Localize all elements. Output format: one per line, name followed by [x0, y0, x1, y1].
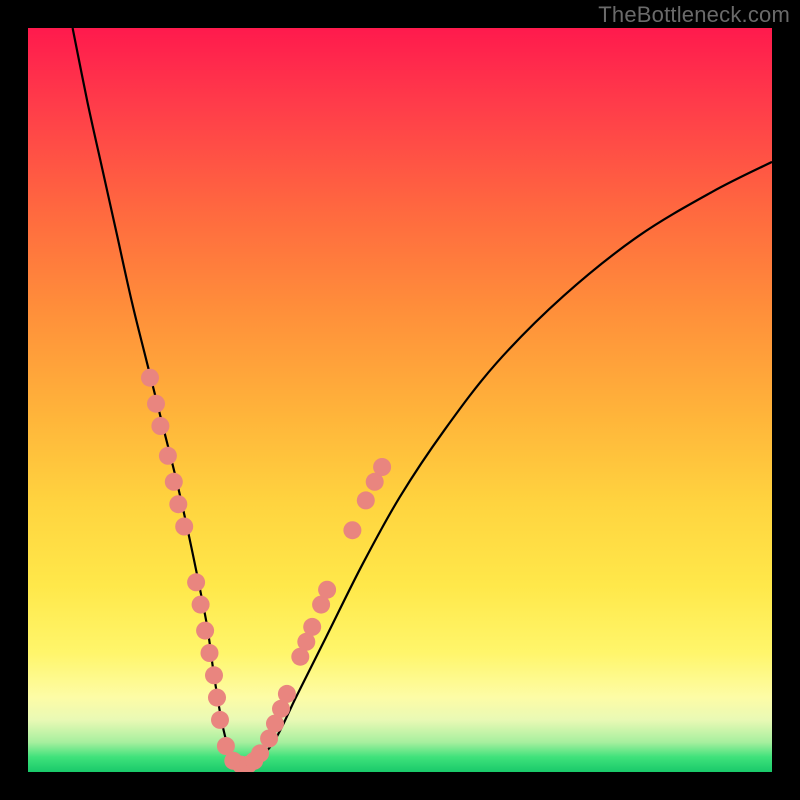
bead [318, 581, 336, 599]
bead [187, 573, 205, 591]
bead [205, 666, 223, 684]
bottleneck-curve [73, 28, 772, 767]
bead [141, 369, 159, 387]
bead [165, 473, 183, 491]
bead [208, 689, 226, 707]
bead [343, 521, 361, 539]
beads-group [141, 369, 391, 772]
watermark-text: TheBottleneck.com [598, 2, 790, 28]
bead [211, 711, 229, 729]
chart-svg [28, 28, 772, 772]
bead [192, 596, 210, 614]
bead [159, 447, 177, 465]
bead [151, 417, 169, 435]
plot-area [28, 28, 772, 772]
bead [147, 395, 165, 413]
bead [169, 495, 187, 513]
bead [373, 458, 391, 476]
bead [251, 744, 269, 762]
bead [303, 618, 321, 636]
bead [278, 685, 296, 703]
bead [175, 518, 193, 536]
bead [201, 644, 219, 662]
bead [196, 622, 214, 640]
bead [357, 491, 375, 509]
